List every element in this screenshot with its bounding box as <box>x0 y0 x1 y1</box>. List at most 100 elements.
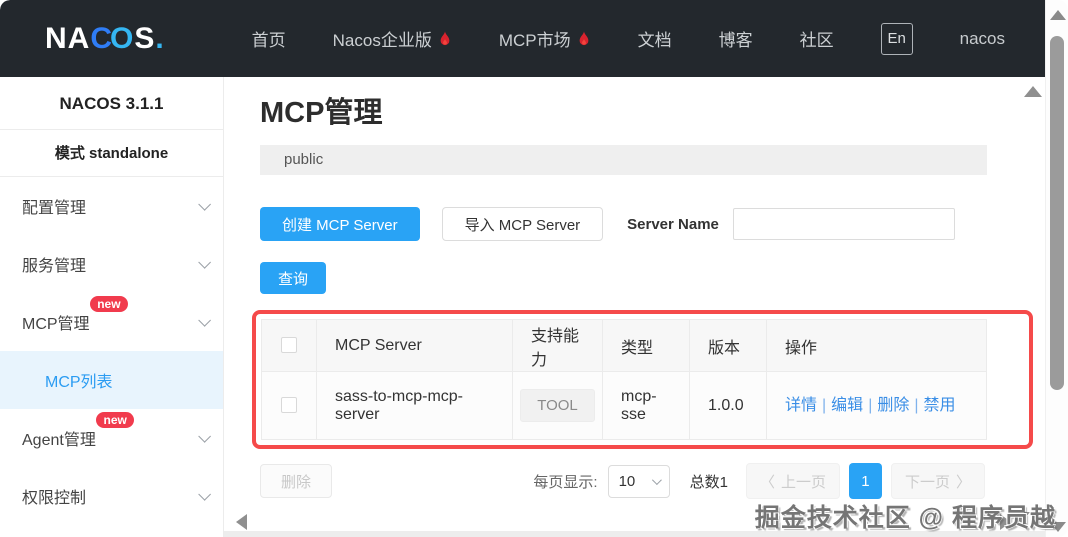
sidebar-item-permission-control[interactable]: 权限控制 <box>0 467 223 525</box>
query-button[interactable]: 查询 <box>260 262 327 294</box>
page-title: MCP管理 <box>260 97 383 129</box>
username-menu[interactable]: nacos <box>960 29 1005 49</box>
column-header-actions: 操作 <box>766 319 987 372</box>
vertical-scrollbar-track[interactable] <box>1045 0 1068 537</box>
current-page-button[interactable]: 1 <box>848 463 882 499</box>
main-content: MCP管理 public 创建 MCP Server 导入 MCP Server… <box>224 77 1045 537</box>
page-size-value: 10 <box>618 472 636 490</box>
total-count-label: 总数1 <box>689 473 728 491</box>
nav-item-docs[interactable]: 文档 <box>638 26 672 51</box>
row-checkbox[interactable] <box>281 397 297 414</box>
prev-page-label: 上一页 <box>780 473 826 491</box>
nav-item-blog[interactable]: 博客 <box>719 26 753 51</box>
nacos-logo[interactable]: NA C O S. <box>45 22 165 56</box>
nav-item-home[interactable]: 首页 <box>252 26 286 51</box>
column-header-type: 类型 <box>602 319 690 372</box>
chevron-down-icon <box>198 197 211 211</box>
next-page-label: 下一页 <box>904 473 950 491</box>
nav-item-label: Nacos企业版 <box>332 31 432 50</box>
navbar-menu: 首页 Nacos企业版 MCP市场 文档 博客 社区 En nacos <box>252 22 1005 55</box>
scrollbar-down-arrow-icon[interactable] <box>1050 522 1066 532</box>
server-name-input[interactable] <box>732 208 955 240</box>
prev-arrow-icon: 〈 <box>759 473 775 491</box>
logo-text: S <box>134 21 156 55</box>
new-badge: new <box>90 296 128 312</box>
sidebar: NACOS 3.1.1 模式 standalone 配置管理 服务管理 MCP管… <box>0 77 224 537</box>
sidebar-item-label: MCP管理 new <box>22 296 128 334</box>
cell-version: 1.0.0 <box>689 371 767 440</box>
action-separator: | <box>868 396 873 414</box>
sidebar-item-mcp-management[interactable]: MCP管理 new <box>0 293 223 351</box>
new-badge: new <box>96 412 134 428</box>
cell-server-name: sass-to-mcp-mcp-server <box>316 371 513 440</box>
chevron-down-icon <box>651 474 662 485</box>
prev-page-button[interactable]: 〈 上一页 <box>745 463 840 499</box>
detail-link[interactable]: 详情 <box>785 397 817 414</box>
next-page-button[interactable]: 下一页 〉 <box>890 463 985 499</box>
sidebar-item-label: Agent管理 new <box>22 412 134 450</box>
batch-delete-button[interactable]: 删除 <box>260 464 333 498</box>
scroll-down-arrow-icon <box>1012 512 1030 523</box>
scrollbar-up-arrow-icon[interactable] <box>1050 10 1066 20</box>
column-header-name: MCP Server <box>316 319 513 372</box>
logo-text: . <box>155 21 165 55</box>
disable-link[interactable]: 禁用 <box>924 397 956 414</box>
sidebar-item-service-management[interactable]: 服务管理 <box>0 235 223 293</box>
scroll-left-arrow-icon[interactable] <box>236 514 247 530</box>
page-size-select[interactable]: 10 <box>607 464 670 498</box>
next-arrow-icon: 〉 <box>955 473 971 491</box>
edit-link[interactable]: 编辑 <box>831 397 863 414</box>
nav-item-label: 首页 <box>251 31 286 50</box>
table-row: sass-to-mcp-mcp-server TOOL mcp-sse 1.0.… <box>261 371 987 440</box>
chevron-down-icon <box>198 255 211 269</box>
sidebar-item-agent-management[interactable]: Agent管理 new <box>0 409 223 467</box>
action-separator: | <box>914 396 919 414</box>
sidebar-item-label: 配置管理 <box>22 200 87 217</box>
server-name-label: Server Name <box>627 215 719 233</box>
table-header-row: MCP Server 支持能力 类型 版本 操作 <box>261 319 987 372</box>
create-mcp-server-button[interactable]: 创建 MCP Server <box>260 207 420 241</box>
row-actions: 详情 | 编辑 | 删除 | 禁用 <box>785 394 957 418</box>
sidebar-item-label: 服务管理 <box>22 258 87 275</box>
nav-item-label: 博客 <box>718 31 753 50</box>
top-navbar: NA C O S. 首页 Nacos企业版 MCP市场 文档 博客 社区 En nac… <box>0 0 1045 77</box>
scroll-up-arrow-icon[interactable] <box>1024 86 1042 97</box>
toolbar: 创建 MCP Server 导入 MCP Server Server Name <box>260 207 1045 241</box>
sidebar-item-config-management[interactable]: 配置管理 <box>0 177 223 235</box>
chevron-down-icon <box>198 313 211 327</box>
nav-item-community[interactable]: 社区 <box>800 26 834 51</box>
horizontal-scrollbar-track[interactable] <box>224 531 1045 537</box>
pagination-area: 每页显示: 10 总数1 〈 上一页 1 下一页 〉 <box>533 463 985 499</box>
table-footer: 删除 每页显示: 10 总数1 〈 上一页 1 下一页 〉 <box>260 463 985 499</box>
nacos-version-label: NACOS 3.1.1 <box>0 77 223 130</box>
column-header-version: 版本 <box>689 319 767 372</box>
logo-text: NA <box>45 21 91 55</box>
nav-item-mcp-market[interactable]: MCP市场 <box>499 26 591 51</box>
sidebar-item-mcp-list[interactable]: MCP列表 <box>0 351 223 409</box>
import-mcp-server-button[interactable]: 导入 MCP Server <box>441 207 604 241</box>
page-size-label: 每页显示: <box>533 473 598 491</box>
delete-link[interactable]: 删除 <box>877 397 909 414</box>
chevron-down-icon <box>198 429 211 443</box>
scroll-right-arrow-icon[interactable] <box>1000 514 1011 530</box>
flame-icon <box>440 30 450 46</box>
logo-text: O <box>110 21 135 55</box>
chevron-down-icon <box>198 487 211 501</box>
nav-item-label: MCP市场 <box>498 31 571 50</box>
column-header-capability: 支持能力 <box>512 319 603 372</box>
browser-window: NA C O S. 首页 Nacos企业版 MCP市场 文档 博客 社区 En nac… <box>0 0 1068 537</box>
highlighted-table-region: MCP Server 支持能力 类型 版本 操作 sass-to-mcp-mcp… <box>252 310 1033 449</box>
mode-label: 模式 standalone <box>0 130 223 177</box>
capability-tag: TOOL <box>520 389 595 422</box>
mcp-server-table: MCP Server 支持能力 类型 版本 操作 sass-to-mcp-mcp… <box>261 319 987 440</box>
language-toggle-button[interactable]: En <box>880 22 913 55</box>
action-separator: | <box>822 396 827 414</box>
vertical-scrollbar-thumb[interactable] <box>1050 36 1064 390</box>
nav-item-label: 文档 <box>637 31 672 50</box>
nav-item-label: 社区 <box>799 31 834 50</box>
cell-type: mcp-sse <box>602 371 690 440</box>
select-all-checkbox[interactable] <box>281 337 297 354</box>
namespace-bar[interactable]: public <box>260 145 987 175</box>
flame-icon <box>579 30 588 46</box>
nav-item-enterprise[interactable]: Nacos企业版 <box>333 26 452 51</box>
